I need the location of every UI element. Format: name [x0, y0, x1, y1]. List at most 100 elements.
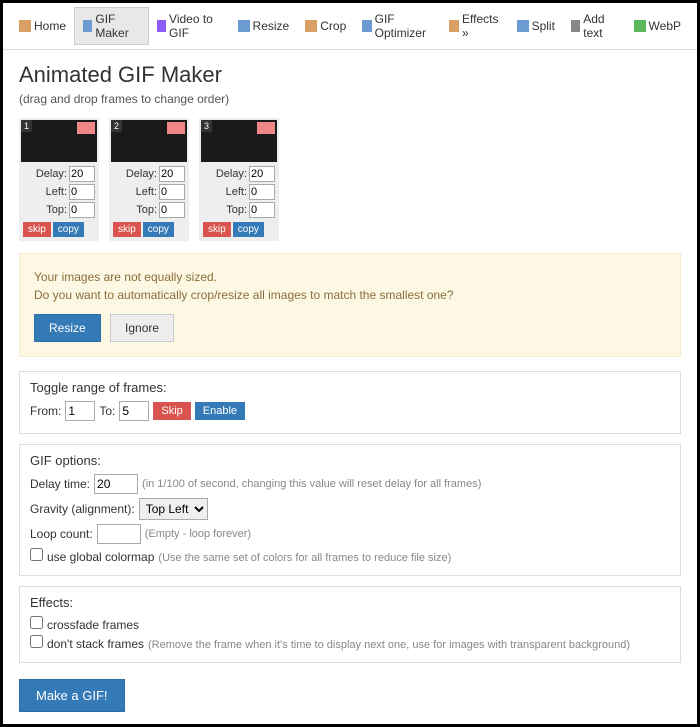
frame-copy-button[interactable]: copy: [233, 222, 264, 237]
frame-skip-button[interactable]: skip: [23, 222, 51, 237]
page-title: Animated GIF Maker: [19, 62, 681, 88]
nav-home[interactable]: Home: [11, 7, 74, 45]
nostack-checkbox[interactable]: [30, 635, 43, 648]
delay-label: Delay:: [216, 168, 247, 180]
frame-card[interactable]: 3 Delay: Left: Top: skipcopy: [199, 118, 279, 241]
nav-icon: [634, 20, 646, 32]
nav-icon: [83, 20, 92, 32]
frame-top-input[interactable]: [249, 202, 275, 218]
nav-icon: [449, 20, 459, 32]
page-subtitle: (drag and drop frames to change order): [19, 92, 681, 106]
top-label: Top:: [226, 204, 247, 216]
gravity-select[interactable]: Top Left: [139, 498, 208, 520]
range-panel: Toggle range of frames: From: To: Skip E…: [19, 371, 681, 434]
nostack-label: don't stack frames: [47, 637, 144, 651]
top-nav: Home GIF Maker Video to GIF Resize Crop GIF O…: [3, 3, 697, 50]
options-panel: GIF options: Delay time: (in 1/100 of se…: [19, 444, 681, 576]
gravity-label: Gravity (alignment):: [30, 502, 135, 516]
nav-label: WebP: [649, 19, 681, 33]
nav-resize[interactable]: Resize: [230, 7, 298, 45]
nav-label: Video to GIF: [169, 12, 222, 40]
loop-hint: (Empty - loop forever): [145, 528, 251, 540]
loop-input[interactable]: [97, 524, 141, 544]
nav-label: Split: [532, 19, 555, 33]
frame-left-input[interactable]: [69, 184, 95, 200]
frames-row: 1Delay:Left:Top:skipcopy2Delay:Left:Top:…: [19, 118, 681, 241]
from-input[interactable]: [65, 401, 95, 421]
alert-line1: Your images are not equally sized.: [34, 270, 217, 284]
nav-label: GIF Maker: [95, 12, 139, 40]
left-label: Left:: [136, 186, 157, 198]
frame-number: 3: [201, 120, 212, 132]
left-label: Left:: [46, 186, 67, 198]
from-label: From:: [30, 404, 61, 418]
crossfade-checkbox[interactable]: [30, 616, 43, 629]
nav-label: Resize: [253, 19, 290, 33]
frame-number: 2: [111, 120, 122, 132]
nav-icon: [305, 20, 317, 32]
resize-alert: Your images are not equally sized. Do yo…: [19, 253, 681, 357]
frame-left-input[interactable]: [249, 184, 275, 200]
nav-gif-maker[interactable]: GIF Maker: [74, 7, 149, 45]
range-title: Toggle range of frames:: [30, 380, 670, 395]
nav-label: GIF Optimizer: [375, 12, 433, 40]
frame-number: 1: [21, 120, 32, 132]
frame-copy-button[interactable]: copy: [143, 222, 174, 237]
frame-thumbnail[interactable]: 3: [201, 120, 277, 162]
nav-icon: [571, 20, 580, 32]
nav-label: Effects »: [462, 12, 501, 40]
to-input[interactable]: [119, 401, 149, 421]
frame-card[interactable]: 1 Delay: Left: Top: skipcopy: [19, 118, 99, 241]
loop-label: Loop count:: [30, 527, 93, 541]
frame-top-input[interactable]: [159, 202, 185, 218]
effects-panel: Effects: crossfade frames don't stack fr…: [19, 586, 681, 663]
frame-card[interactable]: 2 Delay: Left: Top: skipcopy: [109, 118, 189, 241]
frame-delay-input[interactable]: [159, 166, 185, 182]
nav-effects-[interactable]: Effects »: [441, 7, 508, 45]
nav-icon: [19, 20, 31, 32]
resize-button[interactable]: Resize: [34, 314, 101, 342]
options-title: GIF options:: [30, 453, 670, 468]
top-label: Top:: [46, 204, 67, 216]
make-gif-button[interactable]: Make a GIF!: [19, 679, 125, 712]
delay-label: Delay time:: [30, 477, 90, 491]
nav-add-text[interactable]: Add text: [563, 7, 626, 45]
frame-skip-button[interactable]: skip: [113, 222, 141, 237]
nav-label: Home: [34, 19, 66, 33]
left-label: Left:: [226, 186, 247, 198]
to-label: To:: [99, 404, 115, 418]
alert-line2: Do you want to automatically crop/resize…: [34, 288, 454, 302]
range-skip-button[interactable]: Skip: [153, 402, 190, 420]
delay-label: Delay:: [36, 168, 67, 180]
nav-webp[interactable]: WebP: [626, 7, 689, 45]
main-content: Animated GIF Maker (drag and drop frames…: [3, 50, 697, 724]
frame-delay-input[interactable]: [69, 166, 95, 182]
frame-thumbnail[interactable]: 2: [111, 120, 187, 162]
crossfade-label: crossfade frames: [47, 618, 139, 632]
colormap-hint: (Use the same set of colors for all fram…: [158, 552, 451, 564]
delay-hint: (in 1/100 of second, changing this value…: [142, 478, 481, 490]
nav-video-to-gif[interactable]: Video to GIF: [149, 7, 230, 45]
nav-icon: [517, 20, 529, 32]
effects-title: Effects:: [30, 595, 670, 610]
frame-copy-button[interactable]: copy: [53, 222, 84, 237]
top-label: Top:: [136, 204, 157, 216]
delay-input[interactable]: [94, 474, 138, 494]
delay-label: Delay:: [126, 168, 157, 180]
frame-skip-button[interactable]: skip: [203, 222, 231, 237]
nav-icon: [157, 20, 166, 32]
nav-split[interactable]: Split: [509, 7, 563, 45]
nav-gif-optimizer[interactable]: GIF Optimizer: [354, 7, 441, 45]
nav-crop[interactable]: Crop: [297, 7, 354, 45]
frame-left-input[interactable]: [159, 184, 185, 200]
nav-icon: [238, 20, 250, 32]
frame-thumbnail[interactable]: 1: [21, 120, 97, 162]
nav-icon: [362, 20, 371, 32]
nostack-hint: (Remove the frame when it's time to disp…: [148, 639, 630, 651]
colormap-checkbox[interactable]: [30, 548, 43, 561]
nav-label: Add text: [583, 12, 617, 40]
frame-top-input[interactable]: [69, 202, 95, 218]
frame-delay-input[interactable]: [249, 166, 275, 182]
range-enable-button[interactable]: Enable: [195, 402, 245, 420]
ignore-button[interactable]: Ignore: [110, 314, 174, 342]
